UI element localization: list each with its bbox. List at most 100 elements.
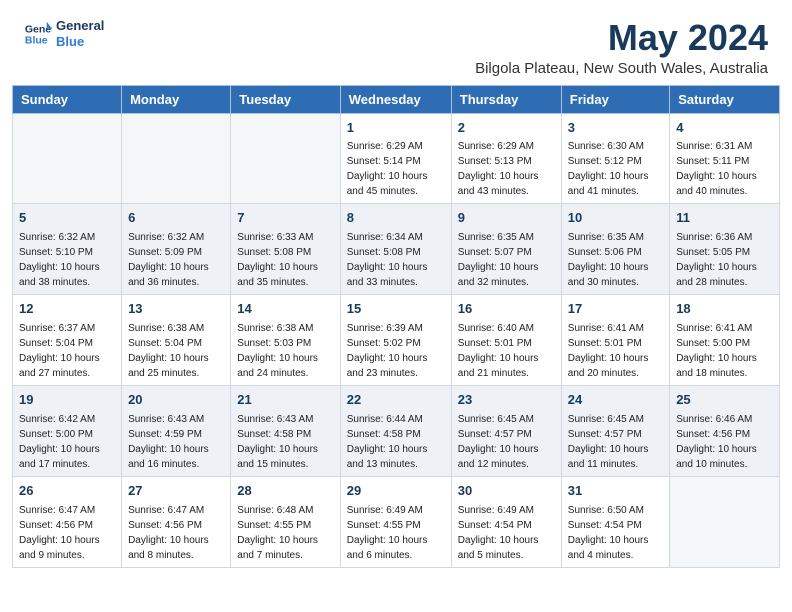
day-info: Sunset: 4:58 PM: [347, 427, 445, 442]
day-number: 11: [676, 209, 773, 228]
day-info: and 33 minutes.: [347, 275, 445, 290]
day-info: and 9 minutes.: [19, 548, 115, 563]
day-info: Sunrise: 6:35 AM: [458, 230, 555, 245]
table-row: [670, 476, 780, 567]
day-info: Sunrise: 6:45 AM: [568, 412, 663, 427]
calendar-week-row: 1Sunrise: 6:29 AMSunset: 5:14 PMDaylight…: [13, 113, 780, 204]
day-info: Sunrise: 6:38 AM: [237, 321, 333, 336]
day-number: 24: [568, 391, 663, 410]
day-info: Daylight: 10 hours: [237, 351, 333, 366]
day-info: and 45 minutes.: [347, 184, 445, 199]
day-info: Sunset: 4:56 PM: [128, 518, 224, 533]
col-saturday: Saturday: [670, 85, 780, 113]
day-number: 20: [128, 391, 224, 410]
day-info: Daylight: 10 hours: [19, 442, 115, 457]
day-info: Daylight: 10 hours: [19, 533, 115, 548]
calendar-week-row: 12Sunrise: 6:37 AMSunset: 5:04 PMDayligh…: [13, 295, 780, 386]
day-info: Daylight: 10 hours: [128, 351, 224, 366]
day-info: Sunset: 4:56 PM: [19, 518, 115, 533]
day-info: Daylight: 10 hours: [347, 351, 445, 366]
day-info: Daylight: 10 hours: [676, 351, 773, 366]
day-info: Sunset: 5:01 PM: [568, 336, 663, 351]
page-title: May 2024: [475, 18, 768, 58]
day-number: 15: [347, 300, 445, 319]
col-monday: Monday: [122, 85, 231, 113]
day-info: Sunrise: 6:44 AM: [347, 412, 445, 427]
day-info: Daylight: 10 hours: [676, 260, 773, 275]
day-info: Sunset: 5:00 PM: [676, 336, 773, 351]
table-row: 21Sunrise: 6:43 AMSunset: 4:58 PMDayligh…: [231, 386, 340, 477]
day-info: and 40 minutes.: [676, 184, 773, 199]
table-row: [13, 113, 122, 204]
day-info: Sunrise: 6:50 AM: [568, 503, 663, 518]
day-info: Sunrise: 6:40 AM: [458, 321, 555, 336]
day-info: Sunrise: 6:45 AM: [458, 412, 555, 427]
table-row: 10Sunrise: 6:35 AMSunset: 5:06 PMDayligh…: [561, 204, 669, 295]
day-info: Sunrise: 6:41 AM: [676, 321, 773, 336]
day-info: and 21 minutes.: [458, 366, 555, 381]
day-info: and 30 minutes.: [568, 275, 663, 290]
table-row: 4Sunrise: 6:31 AMSunset: 5:11 PMDaylight…: [670, 113, 780, 204]
col-thursday: Thursday: [451, 85, 561, 113]
table-row: 17Sunrise: 6:41 AMSunset: 5:01 PMDayligh…: [561, 295, 669, 386]
day-info: Daylight: 10 hours: [458, 533, 555, 548]
day-info: Daylight: 10 hours: [458, 442, 555, 457]
logo: General Blue General Blue: [24, 18, 104, 49]
day-info: Daylight: 10 hours: [458, 260, 555, 275]
day-number: 26: [19, 482, 115, 501]
day-info: Daylight: 10 hours: [458, 169, 555, 184]
table-row: 26Sunrise: 6:47 AMSunset: 4:56 PMDayligh…: [13, 476, 122, 567]
day-number: 31: [568, 482, 663, 501]
table-row: 18Sunrise: 6:41 AMSunset: 5:00 PMDayligh…: [670, 295, 780, 386]
day-info: and 12 minutes.: [458, 457, 555, 472]
day-info: Daylight: 10 hours: [347, 260, 445, 275]
day-info: Sunset: 5:06 PM: [568, 245, 663, 260]
day-info: Sunset: 5:00 PM: [19, 427, 115, 442]
day-info: Daylight: 10 hours: [128, 533, 224, 548]
day-info: Sunset: 5:09 PM: [128, 245, 224, 260]
day-number: 6: [128, 209, 224, 228]
day-info: and 4 minutes.: [568, 548, 663, 563]
day-info: Sunset: 5:12 PM: [568, 154, 663, 169]
day-info: Sunrise: 6:42 AM: [19, 412, 115, 427]
col-tuesday: Tuesday: [231, 85, 340, 113]
day-info: Sunset: 5:08 PM: [237, 245, 333, 260]
day-info: and 10 minutes.: [676, 457, 773, 472]
day-info: Sunset: 5:04 PM: [128, 336, 224, 351]
svg-text:Blue: Blue: [25, 34, 48, 46]
day-info: Sunset: 5:03 PM: [237, 336, 333, 351]
day-info: Daylight: 10 hours: [568, 351, 663, 366]
col-wednesday: Wednesday: [340, 85, 451, 113]
day-info: and 38 minutes.: [19, 275, 115, 290]
table-row: 19Sunrise: 6:42 AMSunset: 5:00 PMDayligh…: [13, 386, 122, 477]
day-info: Daylight: 10 hours: [568, 260, 663, 275]
day-info: Daylight: 10 hours: [128, 442, 224, 457]
table-row: 12Sunrise: 6:37 AMSunset: 5:04 PMDayligh…: [13, 295, 122, 386]
day-info: and 11 minutes.: [568, 457, 663, 472]
logo-text-general: General: [56, 18, 104, 34]
page-header: General Blue General Blue May 2024 Bilgo…: [0, 0, 792, 85]
day-info: and 6 minutes.: [347, 548, 445, 563]
day-number: 2: [458, 119, 555, 138]
col-friday: Friday: [561, 85, 669, 113]
day-number: 9: [458, 209, 555, 228]
day-info: and 27 minutes.: [19, 366, 115, 381]
day-info: Sunset: 5:04 PM: [19, 336, 115, 351]
day-info: and 35 minutes.: [237, 275, 333, 290]
table-row: 16Sunrise: 6:40 AMSunset: 5:01 PMDayligh…: [451, 295, 561, 386]
day-info: Sunset: 5:07 PM: [458, 245, 555, 260]
day-info: and 20 minutes.: [568, 366, 663, 381]
day-info: Sunrise: 6:31 AM: [676, 139, 773, 154]
day-info: Daylight: 10 hours: [458, 351, 555, 366]
page-subtitle: Bilgola Plateau, New South Wales, Austra…: [475, 60, 768, 77]
day-info: Daylight: 10 hours: [347, 442, 445, 457]
day-number: 13: [128, 300, 224, 319]
table-row: 3Sunrise: 6:30 AMSunset: 5:12 PMDaylight…: [561, 113, 669, 204]
day-number: 27: [128, 482, 224, 501]
day-info: Sunset: 4:54 PM: [568, 518, 663, 533]
day-info: Sunrise: 6:38 AM: [128, 321, 224, 336]
day-info: Sunrise: 6:48 AM: [237, 503, 333, 518]
day-info: Sunrise: 6:34 AM: [347, 230, 445, 245]
day-info: Daylight: 10 hours: [237, 260, 333, 275]
table-row: 23Sunrise: 6:45 AMSunset: 4:57 PMDayligh…: [451, 386, 561, 477]
